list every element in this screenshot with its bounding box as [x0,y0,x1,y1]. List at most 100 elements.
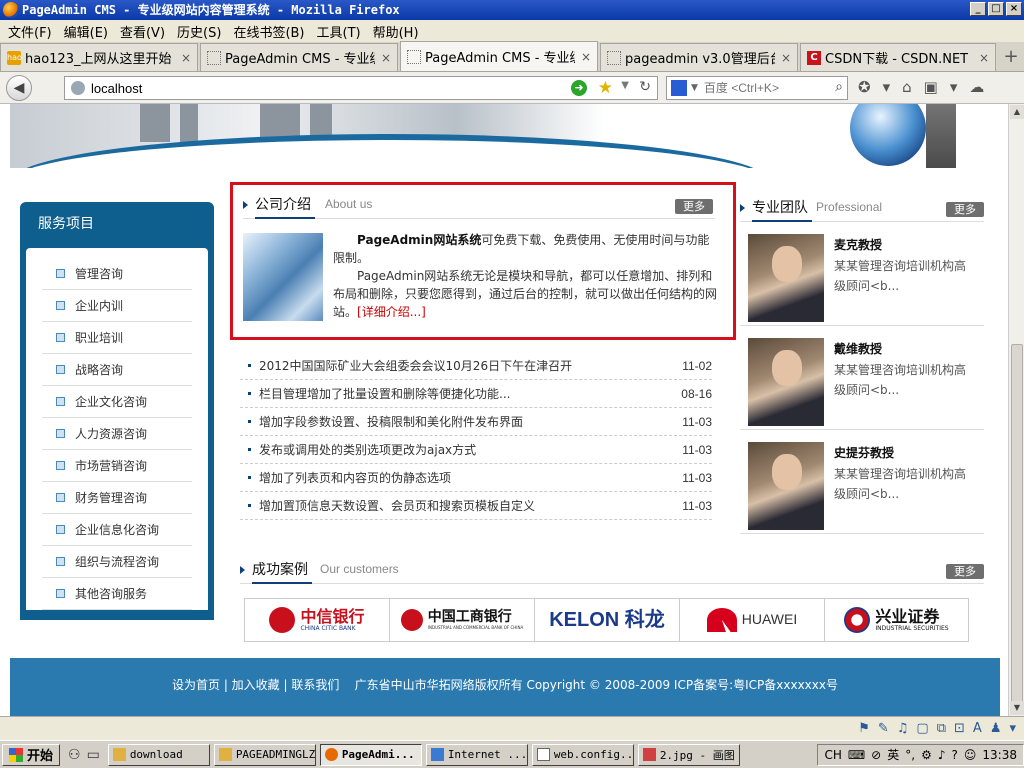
icbc-logo[interactable]: 中国工商银行 INDUSTRIAL AND COMMERCIAL BANK OF … [389,598,534,642]
industrial-securities-logo[interactable]: 兴业证券 INDUSTRIAL SECURITIES [824,598,969,642]
team-member[interactable]: 戴维教授 某某管理咨询培训机构高级顾问<b... [740,326,984,430]
menu-view[interactable]: 查看(V) [116,22,173,41]
menu-tools[interactable]: 工具(T) [313,22,369,41]
professor-photo[interactable] [748,442,824,530]
punctuation-icon[interactable]: °, [905,748,915,762]
close-button[interactable]: × [1006,2,1022,16]
user-tray-icon[interactable]: ☺ [964,748,977,762]
tab-csdn[interactable]: C CSDN下载 - CSDN.NET × [800,43,996,71]
baidu-icon[interactable]: 🐾 [671,80,687,96]
more-button[interactable]: 更多 [946,564,984,579]
sidebar-item[interactable]: 职业培训 [42,322,192,354]
minimize-button[interactable]: _ [970,2,986,16]
news-title[interactable]: 发布或调用处的类别选项更改为ajax方式 [259,441,672,458]
news-item[interactable]: 增加了列表页和内容页的伪静态选项 11-03 [240,464,712,492]
menu-help[interactable]: 帮助(H) [369,22,427,41]
sidebar-item[interactable]: 企业信息化咨询 [42,514,192,546]
news-title[interactable]: 增加了列表页和内容页的伪静态选项 [259,469,672,486]
kelon-logo[interactable]: KELON 科龙 [534,598,679,642]
member-name[interactable]: 戴维教授 [834,340,882,357]
sidebar-item[interactable]: 组织与流程咨询 [42,546,192,578]
maximize-button[interactable]: □ [988,2,1004,16]
more-button[interactable]: 更多 [675,199,713,214]
desktop-icon[interactable]: ▭ [87,747,100,763]
more-button[interactable]: 更多 [946,202,984,217]
news-item[interactable]: 2012中国国际矿业大会组委会会议10月26日下午在津召开 11-02 [240,352,712,380]
search-engine-dropdown-icon[interactable]: ▼ [691,83,698,93]
tab-pageadmin-active[interactable]: PageAdmin CMS - 专业级... × [400,41,598,71]
tab-pageadmin-admin[interactable]: pageadmin v3.0管理后台 × [600,43,798,71]
tab-close-icon[interactable]: × [175,51,191,65]
site-identity-icon[interactable] [71,81,85,95]
taskbar-item[interactable]: 2.jpg - 画图 [637,743,740,766]
menu-edit[interactable]: 编辑(E) [60,22,116,41]
reload-icon[interactable]: ↻ [639,79,651,95]
menu-file[interactable]: 文件(F) [4,22,60,41]
addon-dropdown-icon[interactable]: ▾ [883,78,891,96]
sidebar-item[interactable]: 财务管理咨询 [42,482,192,514]
bookmark-star-icon[interactable]: ★ [598,78,613,98]
news-title[interactable]: 栏目管理增加了批量设置和删除等便捷化功能... [259,385,672,402]
chat-icon[interactable]: ☁ [969,78,984,96]
news-title[interactable]: 增加字段参数设置、投稿限制和美化附件发布界面 [259,413,672,430]
volume-icon[interactable]: ♫ [897,721,909,736]
search-bar[interactable]: 🐾 ▼ ⌕ [666,76,848,100]
taskbar-item[interactable]: download [107,743,210,766]
ime-indicator[interactable]: 英 [887,746,899,763]
taskbar-item[interactable]: web.config... [531,743,634,766]
font-icon[interactable]: A [973,721,982,736]
taskbar-item[interactable]: Internet ... [425,743,528,766]
scroll-down-icon[interactable]: ▼ [1010,701,1024,715]
addon-icon[interactable]: ✪ [858,78,871,96]
tab-pageadmin-1[interactable]: PageAdmin CMS - 专业级... × [200,43,398,71]
news-item[interactable]: 发布或调用处的类别选项更改为ajax方式 11-03 [240,436,712,464]
professor-photo[interactable] [748,338,824,426]
go-icon[interactable]: ➜ [571,80,587,96]
help-icon[interactable]: ? [952,748,958,762]
sidebar-item[interactable]: 企业内训 [42,290,192,322]
vertical-scrollbar[interactable]: ▲ ▼ [1008,104,1024,716]
speaker-icon[interactable]: ♪ [938,748,946,762]
sidebar-item[interactable]: 管理咨询 [42,258,192,290]
downloads-icon[interactable]: ▣ [924,78,938,96]
scroll-thumb[interactable] [1011,344,1023,704]
home-icon[interactable]: ⌂ [902,78,912,96]
settings-icon[interactable]: ⚙ [921,748,932,762]
tab-close-icon[interactable]: × [575,50,591,64]
window-icon[interactable]: ▢ [916,721,928,736]
feed-icon[interactable]: ⚑ [858,721,870,736]
news-item[interactable]: 增加字段参数设置、投稿限制和美化附件发布界面 11-03 [240,408,712,436]
tab-close-icon[interactable]: × [375,51,391,65]
tab-close-icon[interactable]: × [973,51,989,65]
news-item[interactable]: 增加置顶信息天数设置、会员页和搜索页模板自定义 11-03 [240,492,712,520]
news-title[interactable]: 2012中国国际矿业大会组委会会议10月26日下午在津召开 [259,357,672,374]
sidebar-item[interactable]: 人力资源咨询 [42,418,192,450]
sidebar-item[interactable]: 企业文化咨询 [42,386,192,418]
new-tab-button[interactable]: + [998,45,1024,71]
back-button[interactable]: ◀ [6,74,32,101]
history-dropdown-icon[interactable]: ▼ [621,80,629,91]
tab-hao123[interactable]: hao hao123_上网从这里开始 × [0,43,198,71]
search-icon[interactable]: ⌕ [835,79,843,95]
language-indicator[interactable]: CH [824,748,841,762]
tab-close-icon[interactable]: × [775,51,791,65]
start-button[interactable]: 开始 [2,743,61,766]
footer-links[interactable]: 设为首页 | 加入收藏 | 联系我们 [172,678,339,692]
news-title[interactable]: 增加置顶信息天数设置、会员页和搜索页模板自定义 [259,497,672,514]
search-input[interactable] [703,81,814,95]
sidebar-item[interactable]: 战略咨询 [42,354,192,386]
url-input[interactable] [91,80,531,96]
taskbar-item-active[interactable]: PageAdmi... [319,743,422,766]
scroll-up-icon[interactable]: ▲ [1010,105,1024,119]
team-member[interactable]: 史提芬教授 某某管理咨询培训机构高级顾问<b... [740,430,984,534]
capture-icon[interactable]: ⊡ [954,721,965,736]
url-bar[interactable]: ➜ ★ ▼ ↻ [64,76,658,100]
huawei-logo[interactable]: HUAWEI [679,598,824,642]
member-name[interactable]: 史提芬教授 [834,444,894,461]
detail-link[interactable]: [详细介绍...] [357,305,426,319]
sidebar-item[interactable]: 市场营销咨询 [42,450,192,482]
menu-history[interactable]: 历史(S) [173,22,229,41]
network-icon[interactable]: ⚇ [68,747,81,763]
user-icon[interactable]: ♟ [990,721,1002,736]
menu-bookmarks[interactable]: 在线书签(B) [229,22,312,41]
